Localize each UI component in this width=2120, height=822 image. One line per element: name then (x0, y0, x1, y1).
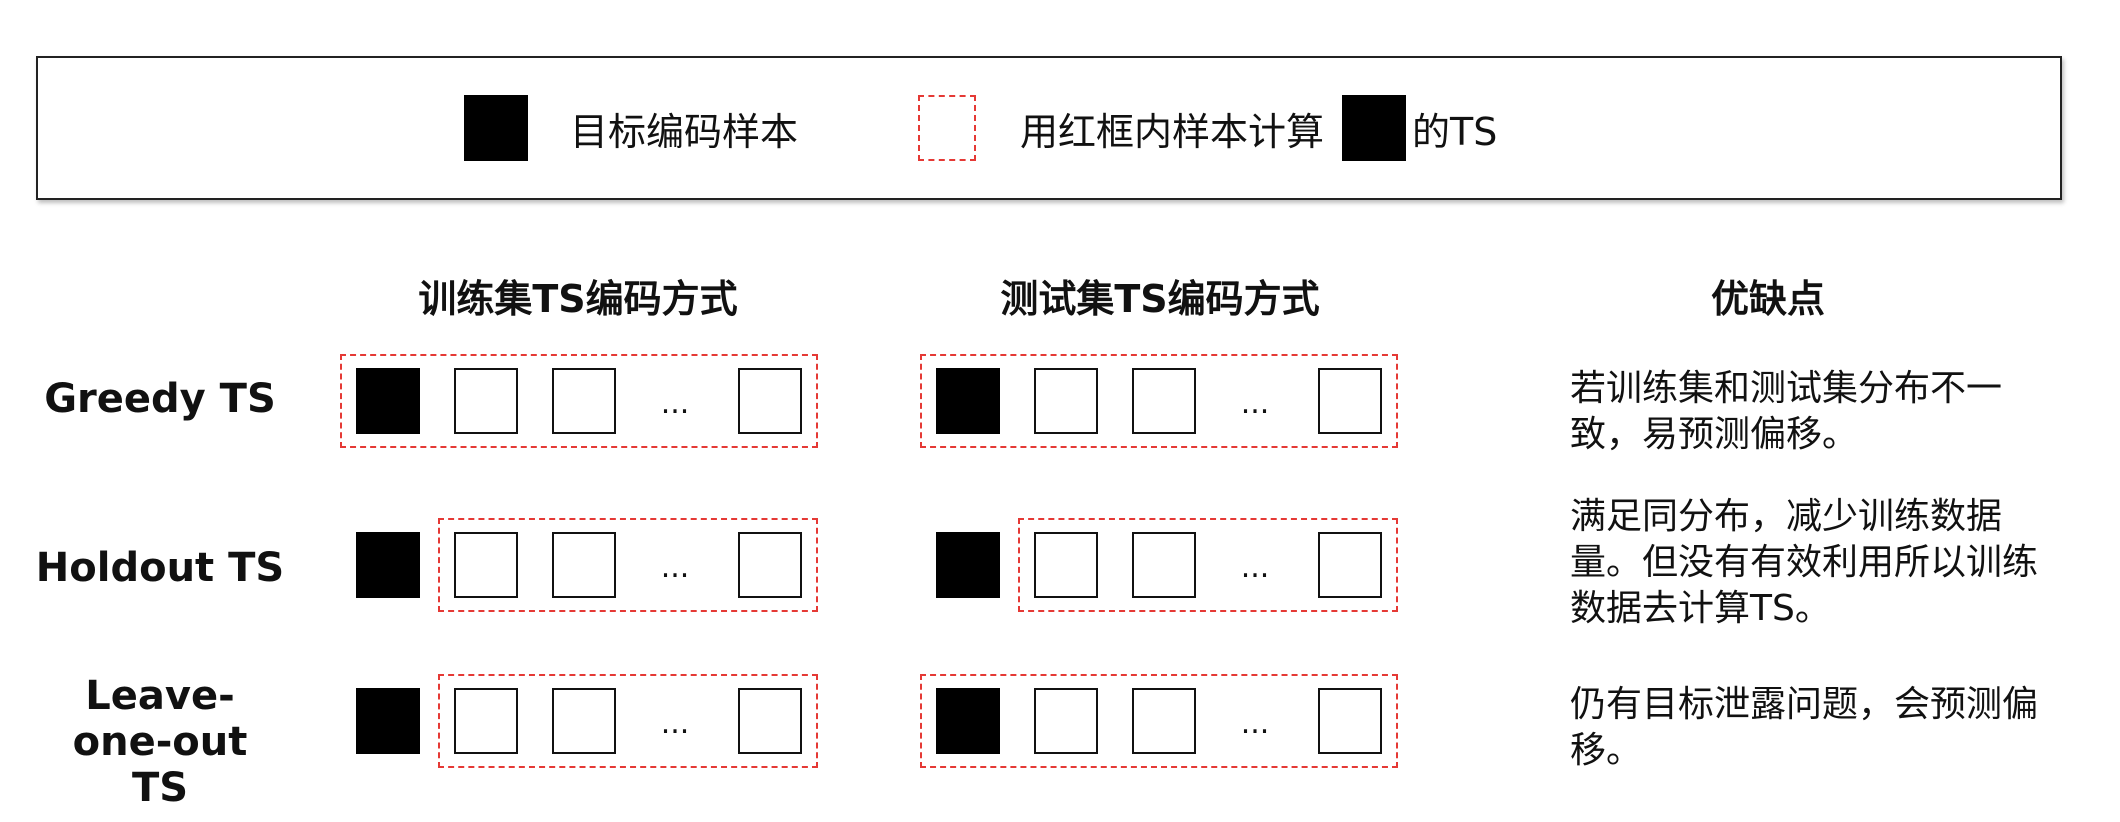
train-redbox (340, 354, 818, 448)
train-target-sample (356, 688, 420, 754)
legend-ts-suffix: 的TS (1412, 109, 1498, 154)
row-label-leave-one-out: Leave-one-out TS (72, 673, 248, 811)
test-redbox (1018, 518, 1398, 612)
legend-target-label: 目标编码样本 (570, 109, 799, 154)
proscons-holdout: 满足同分布，减少训练数据量。但没有有效利用所以训练数据去计算TS。 (1570, 496, 2039, 629)
train-target-sample (356, 532, 420, 598)
legend-target: 目标编码样本 (464, 58, 798, 198)
legend-redbox-label: 用红框内样本计算 (1020, 109, 1325, 154)
header-proscons: 优缺点 (1710, 277, 1826, 321)
train-redbox (438, 674, 818, 768)
train-redbox (438, 518, 818, 612)
test-redbox (920, 354, 1398, 448)
row-label-holdout: Holdout TS (35, 545, 285, 591)
row-label-greedy: Greedy TS (44, 376, 276, 422)
header-train: 训练集TS编码方式 (418, 277, 738, 321)
test-redbox (920, 674, 1398, 768)
proscons-leave-one-out: 仍有目标泄露问题，会预测偏移。 (1570, 684, 2039, 771)
target-sample-swatch-inline (1342, 95, 1407, 161)
test-target-sample (936, 532, 1000, 598)
target-sample-swatch (464, 95, 528, 161)
header-test: 测试集TS编码方式 (1000, 277, 1320, 321)
proscons-greedy: 若训练集和测试集分布不一致，易预测偏移。 (1570, 368, 2003, 455)
legend-box: 目标编码样本 用红框内样本计算 的TS (36, 56, 2062, 200)
legend-redbox: 用红框内样本计算 的TS (918, 58, 1497, 198)
red-dashed-box-swatch (918, 95, 976, 161)
